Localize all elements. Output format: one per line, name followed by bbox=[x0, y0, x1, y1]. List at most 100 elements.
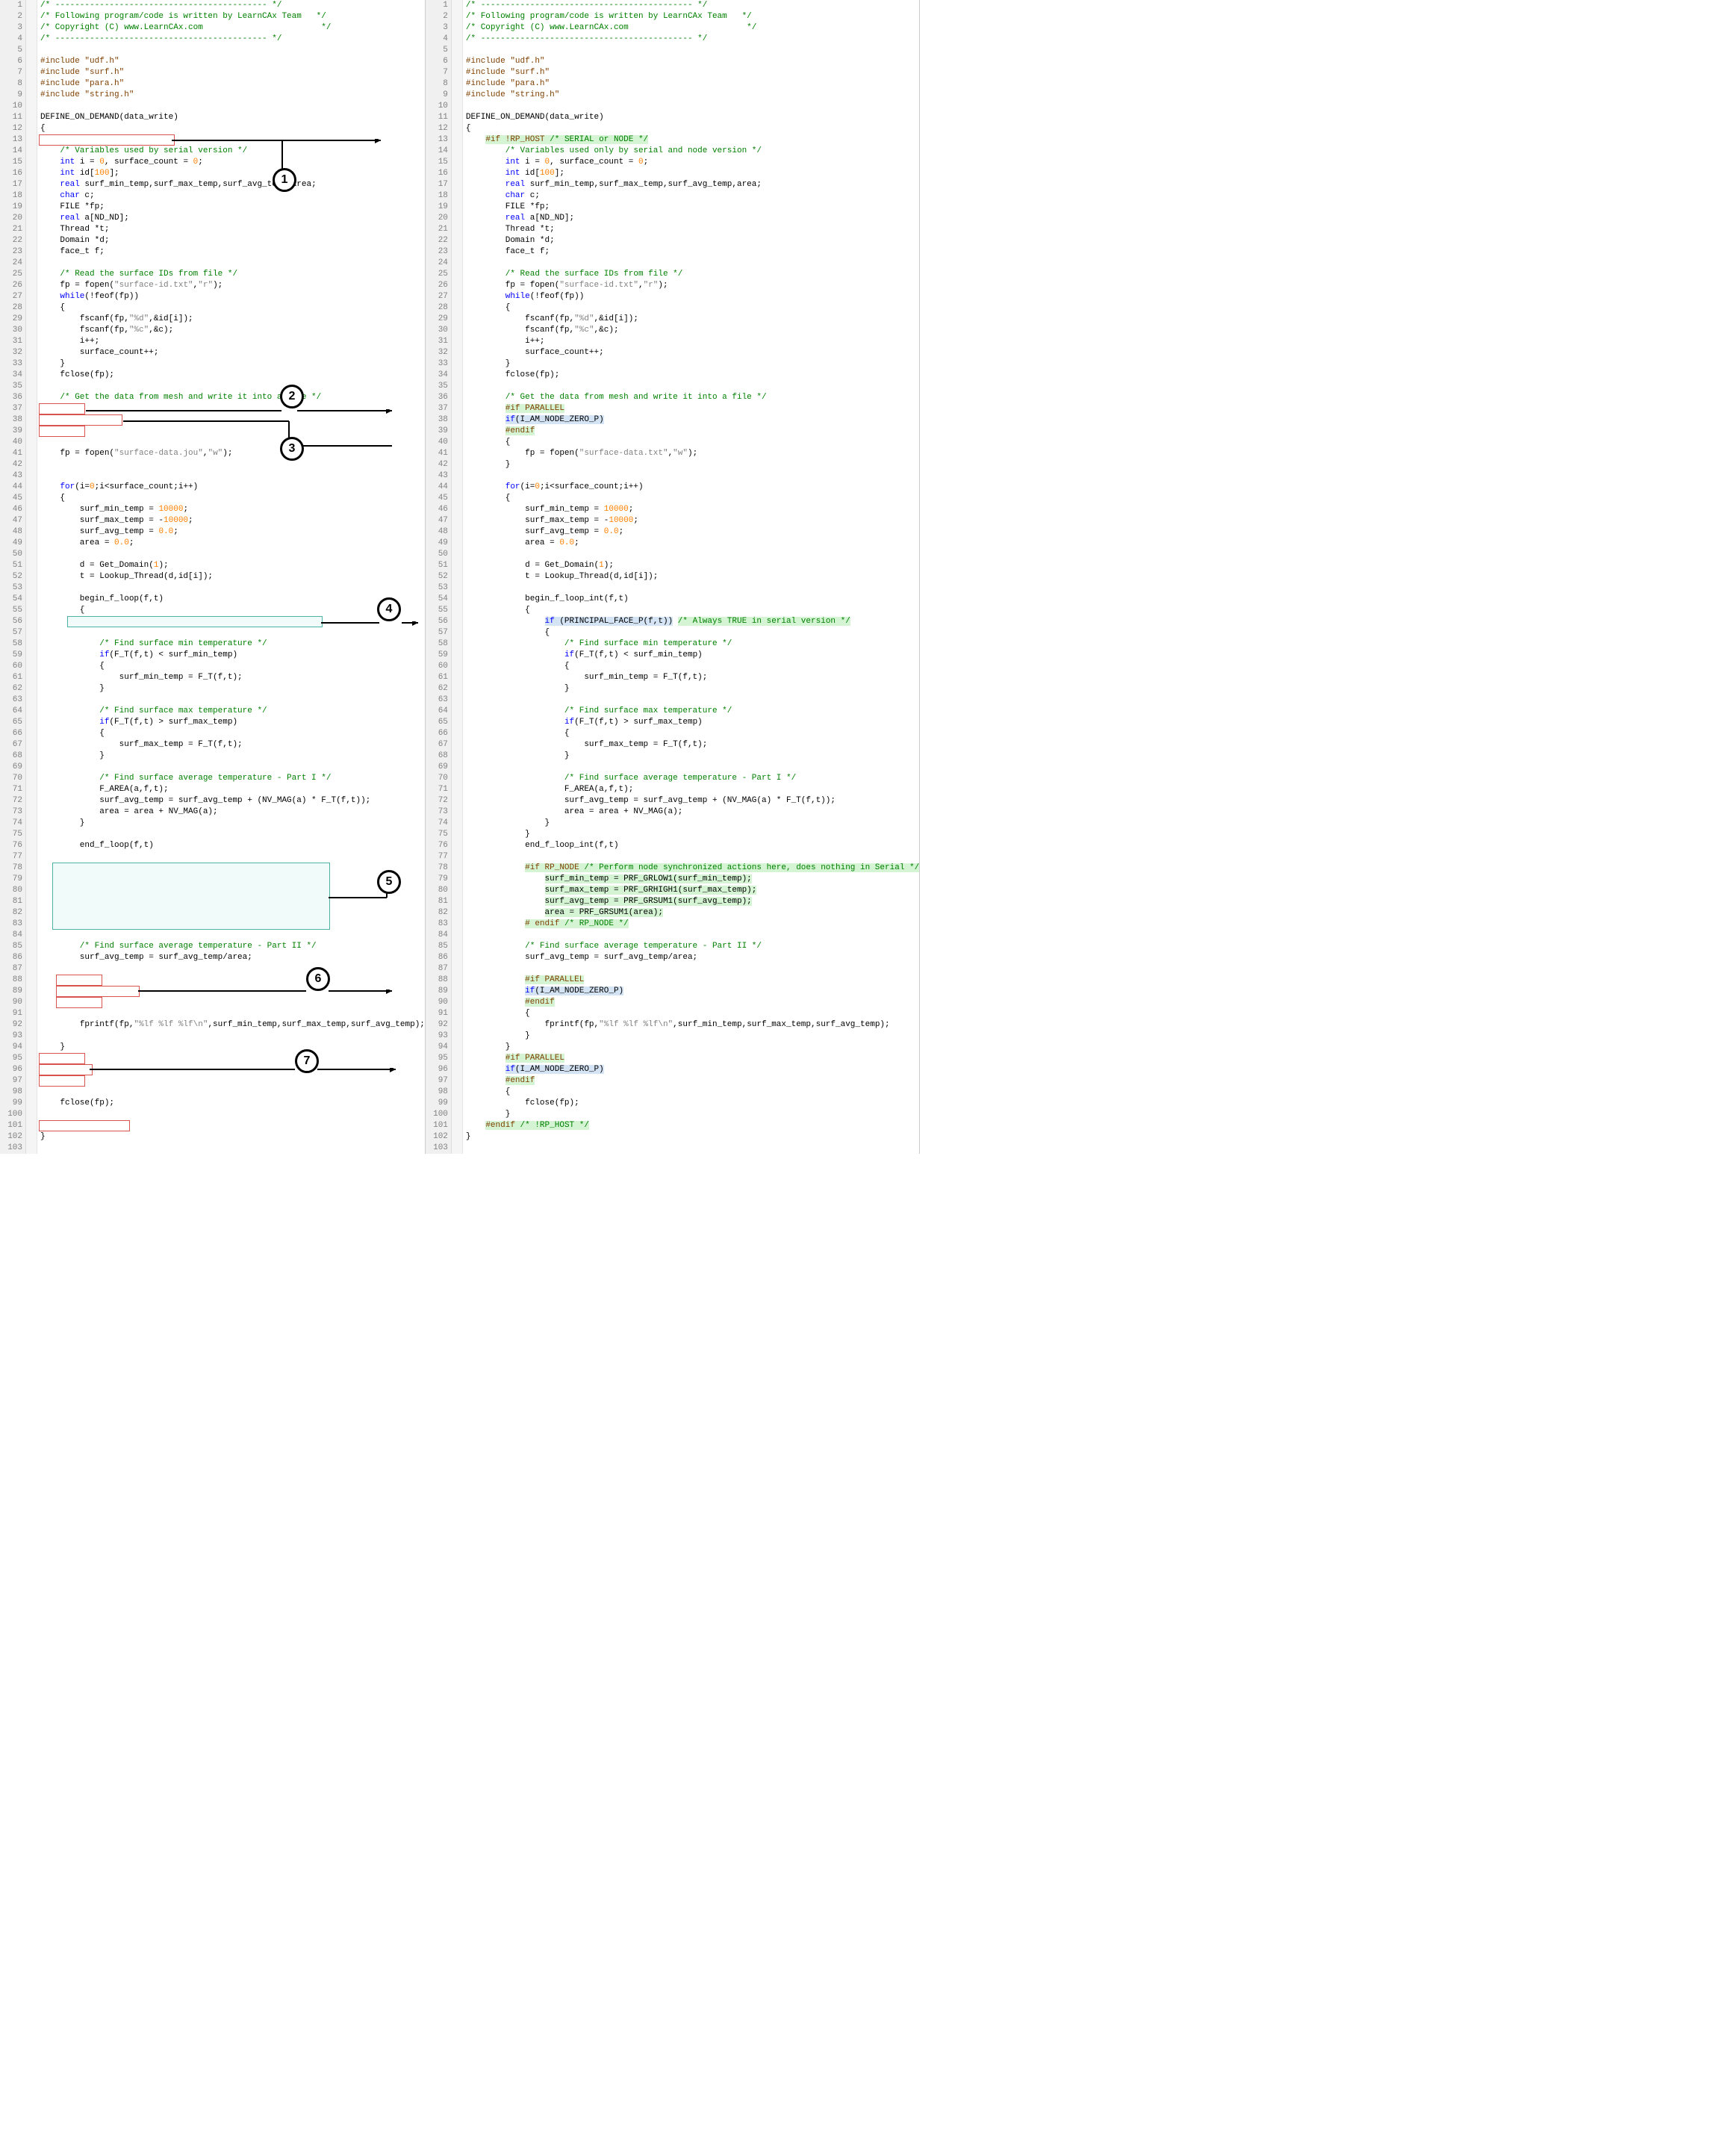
code-line[interactable]: real a[ND_ND]; bbox=[466, 213, 919, 224]
code-line[interactable]: { bbox=[466, 728, 919, 739]
code-line[interactable]: #endif bbox=[466, 426, 919, 437]
code-line[interactable]: real surf_min_temp,surf_max_temp,surf_av… bbox=[466, 179, 919, 190]
code-line[interactable] bbox=[40, 470, 425, 482]
code-line[interactable]: /* -------------------------------------… bbox=[466, 34, 919, 45]
code-line[interactable]: /* Find surface average temperature - Pa… bbox=[466, 941, 919, 952]
code-line[interactable]: fscanf(fp,"%d",&id[i]); bbox=[466, 314, 919, 325]
code-line[interactable] bbox=[40, 45, 425, 56]
code-line[interactable]: area = area + NV_MAG(a); bbox=[40, 807, 425, 818]
code-line[interactable]: #endif /* !RP_HOST */ bbox=[466, 1120, 919, 1131]
code-line[interactable]: fp = fopen("surface-data.txt","w"); bbox=[466, 448, 919, 459]
code-line[interactable]: { bbox=[466, 605, 919, 616]
code-line[interactable]: #include "surf.h" bbox=[40, 67, 425, 78]
code-line[interactable]: fp = fopen("surface-id.txt","r"); bbox=[466, 280, 919, 291]
code-line[interactable] bbox=[466, 549, 919, 560]
code-line[interactable]: /* Variables used only by serial and nod… bbox=[466, 146, 919, 157]
code-line[interactable] bbox=[40, 1008, 425, 1019]
code-line[interactable]: surf_avg_temp = surf_avg_temp + (NV_MAG(… bbox=[466, 795, 919, 807]
code-line[interactable]: t = Lookup_Thread(d,id[i]); bbox=[466, 571, 919, 582]
code-line[interactable]: } bbox=[40, 1131, 425, 1143]
code-line[interactable]: } bbox=[466, 683, 919, 695]
code-line[interactable]: if(I_AM_NODE_ZERO_P) bbox=[466, 414, 919, 426]
code-line[interactable] bbox=[466, 101, 919, 112]
code-line[interactable]: fscanf(fp,"%c",&c); bbox=[466, 325, 919, 336]
code-line[interactable] bbox=[40, 258, 425, 269]
code-line[interactable]: #if PARALLEL bbox=[466, 403, 919, 414]
code-line[interactable]: surf_avg_temp = surf_avg_temp/area; bbox=[40, 952, 425, 963]
code-line[interactable]: { bbox=[40, 728, 425, 739]
code-line[interactable]: surf_min_temp = F_T(f,t); bbox=[40, 672, 425, 683]
code-line[interactable]: /* Find surface min temperature */ bbox=[40, 639, 425, 650]
code-line[interactable] bbox=[40, 1075, 425, 1087]
code-line[interactable]: /* Get the data from mesh and write it i… bbox=[40, 392, 425, 403]
code-line[interactable] bbox=[466, 381, 919, 392]
code-line[interactable]: surf_min_temp = PRF_GRLOW1(surf_min_temp… bbox=[466, 874, 919, 885]
code-line[interactable]: F_AREA(a,f,t); bbox=[466, 784, 919, 795]
code-line[interactable]: char c; bbox=[466, 190, 919, 202]
code-line[interactable]: /* Find surface min temperature */ bbox=[466, 639, 919, 650]
code-line[interactable]: DEFINE_ON_DEMAND(data_write) bbox=[466, 112, 919, 123]
code-line[interactable]: FILE *fp; bbox=[466, 202, 919, 213]
code-line[interactable]: } bbox=[40, 1042, 425, 1053]
code-line[interactable]: while(!feof(fp)) bbox=[40, 291, 425, 302]
code-line[interactable]: { bbox=[466, 437, 919, 448]
code-line[interactable]: int i = 0, surface_count = 0; bbox=[466, 157, 919, 168]
code-line[interactable] bbox=[40, 762, 425, 773]
code-line[interactable]: surf_max_temp = PRF_GRHIGH1(surf_max_tem… bbox=[466, 885, 919, 896]
code-line[interactable]: surf_min_temp = 10000; bbox=[466, 504, 919, 515]
code-line[interactable]: F_AREA(a,f,t); bbox=[40, 784, 425, 795]
code-line[interactable] bbox=[466, 1143, 919, 1154]
code-line[interactable]: int id[100]; bbox=[40, 168, 425, 179]
code-line[interactable]: surf_avg_temp = 0.0; bbox=[466, 526, 919, 538]
code-line[interactable]: begin_f_loop(f,t) bbox=[40, 594, 425, 605]
code-line[interactable]: } bbox=[466, 1042, 919, 1053]
code-line[interactable] bbox=[40, 1109, 425, 1120]
code-line[interactable]: /* Variables used by serial version */ bbox=[40, 146, 425, 157]
code-line[interactable] bbox=[466, 930, 919, 941]
code-line[interactable]: { bbox=[466, 627, 919, 639]
code-line[interactable] bbox=[40, 829, 425, 840]
code-line[interactable]: /* -------------------------------------… bbox=[40, 34, 425, 45]
code-line[interactable]: real a[ND_ND]; bbox=[40, 213, 425, 224]
code-line[interactable]: face_t f; bbox=[40, 246, 425, 258]
code-line[interactable]: i++; bbox=[40, 336, 425, 347]
code-line[interactable]: fprintf(fp,"%lf %lf %lf\n",surf_min_temp… bbox=[466, 1019, 919, 1031]
code-line[interactable]: } bbox=[40, 358, 425, 370]
code-line[interactable]: #include "string.h" bbox=[40, 90, 425, 101]
code-line[interactable]: fprintf(fp,"%lf %lf %lf\n",surf_min_temp… bbox=[40, 1019, 425, 1031]
code-line[interactable]: #endif bbox=[466, 1075, 919, 1087]
code-line[interactable]: DEFINE_ON_DEMAND(data_write) bbox=[40, 112, 425, 123]
code-line[interactable]: Domain *d; bbox=[466, 235, 919, 246]
code-line[interactable]: } bbox=[466, 818, 919, 829]
code-line[interactable]: begin_f_loop_int(f,t) bbox=[466, 594, 919, 605]
code-line[interactable]: area = 0.0; bbox=[40, 538, 425, 549]
code-line[interactable]: { bbox=[40, 123, 425, 134]
code-line[interactable]: #include "string.h" bbox=[466, 90, 919, 101]
code-line[interactable] bbox=[40, 1064, 425, 1075]
code-line[interactable]: surf_avg_temp = surf_avg_temp/area; bbox=[466, 952, 919, 963]
code-line[interactable] bbox=[466, 695, 919, 706]
code-line[interactable] bbox=[40, 549, 425, 560]
code-line[interactable]: surface_count++; bbox=[466, 347, 919, 358]
code-line[interactable]: surf_avg_temp = PRF_GRSUM1(surf_avg_temp… bbox=[466, 896, 919, 907]
code-line[interactable] bbox=[466, 582, 919, 594]
code-line[interactable]: #include "para.h" bbox=[40, 78, 425, 90]
code-line[interactable] bbox=[40, 627, 425, 639]
code-line[interactable]: area = 0.0; bbox=[466, 538, 919, 549]
code-line[interactable]: /* Find surface average temperature - Pa… bbox=[466, 773, 919, 784]
code-line[interactable]: fclose(fp); bbox=[40, 370, 425, 381]
code-line[interactable]: fp = fopen("surface-id.txt","r"); bbox=[40, 280, 425, 291]
code-line[interactable]: Thread *t; bbox=[40, 224, 425, 235]
code-line[interactable]: while(!feof(fp)) bbox=[466, 291, 919, 302]
code-line[interactable]: for(i=0;i<surface_count;i++) bbox=[466, 482, 919, 493]
code-line[interactable]: /* Find surface average temperature - Pa… bbox=[40, 773, 425, 784]
code-line[interactable]: { bbox=[40, 605, 425, 616]
code-line[interactable]: surf_max_temp = F_T(f,t); bbox=[40, 739, 425, 751]
code-line[interactable]: d = Get_Domain(1); bbox=[40, 560, 425, 571]
code-line[interactable]: } bbox=[466, 1109, 919, 1120]
code-line[interactable]: surface_count++; bbox=[40, 347, 425, 358]
code-line[interactable]: /* Copyright (C) www.LearnCAx.com */ bbox=[466, 22, 919, 34]
code-line[interactable]: if(F_T(f,t) > surf_max_temp) bbox=[466, 717, 919, 728]
code-line[interactable]: real surf_min_temp,surf_max_temp,surf_av… bbox=[40, 179, 425, 190]
code-line[interactable]: int i = 0, surface_count = 0; bbox=[40, 157, 425, 168]
